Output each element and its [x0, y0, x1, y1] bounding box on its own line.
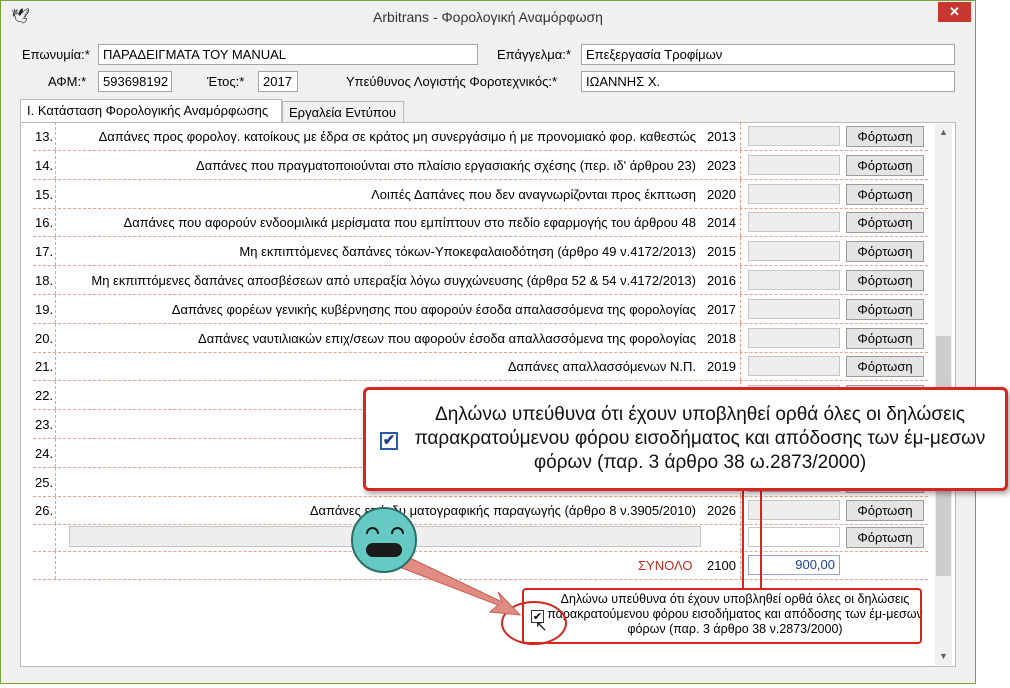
callout-checkbox: ✔ [380, 432, 398, 450]
checkmark-icon: ✔ [382, 432, 396, 449]
pointer-arrow-icon [401, 557, 522, 616]
callout-box: ✔ Δηλώνω υπεύθυνα ότι έχουν υποβληθεί ορ… [363, 387, 1008, 491]
worried-face-icon [351, 507, 417, 573]
callout-text: Δηλώνω υπεύθυνα ότι έχουν υποβληθεί ορθά… [414, 404, 986, 473]
